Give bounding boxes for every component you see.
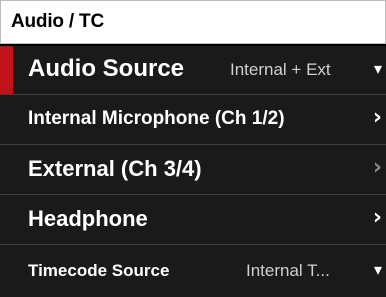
audio-source-label: Audio Source xyxy=(28,55,185,82)
external-label: External (Ch 3/4) xyxy=(28,156,202,181)
chevron-down-icon: ▾ xyxy=(373,59,382,78)
internal-microphone-label: Internal Microphone (Ch 1/2) xyxy=(28,108,285,129)
page-title: Audio / TC xyxy=(11,11,104,32)
audio-source-value: Internal + Ext xyxy=(230,60,331,79)
menu-item-headphone[interactable]: Headphone › xyxy=(0,194,386,244)
menu-item-audio-source[interactable]: Audio Source Internal + Ext ▾ xyxy=(0,46,386,94)
selection-indicator xyxy=(0,46,13,94)
menu-item-internal-microphone[interactable]: Internal Microphone (Ch 1/2) › xyxy=(0,94,386,144)
timecode-source-label: Timecode Source xyxy=(28,261,170,280)
chevron-right-icon: › xyxy=(372,205,382,230)
headphone-label: Headphone xyxy=(28,206,148,231)
audio-tc-screen: Audio / TC Audio Source Internal + Ext ▾… xyxy=(0,0,386,297)
timecode-source-value: Internal T... xyxy=(246,261,330,280)
chevron-down-icon: ▾ xyxy=(373,260,382,279)
title-bar: Audio / TC xyxy=(0,0,386,44)
chevron-right-icon: › xyxy=(372,155,382,180)
menu-item-external[interactable]: External (Ch 3/4) › xyxy=(0,144,386,194)
chevron-right-icon: › xyxy=(372,105,382,130)
menu-item-timecode-source[interactable]: Timecode Source Internal T... ▾ xyxy=(0,244,386,297)
